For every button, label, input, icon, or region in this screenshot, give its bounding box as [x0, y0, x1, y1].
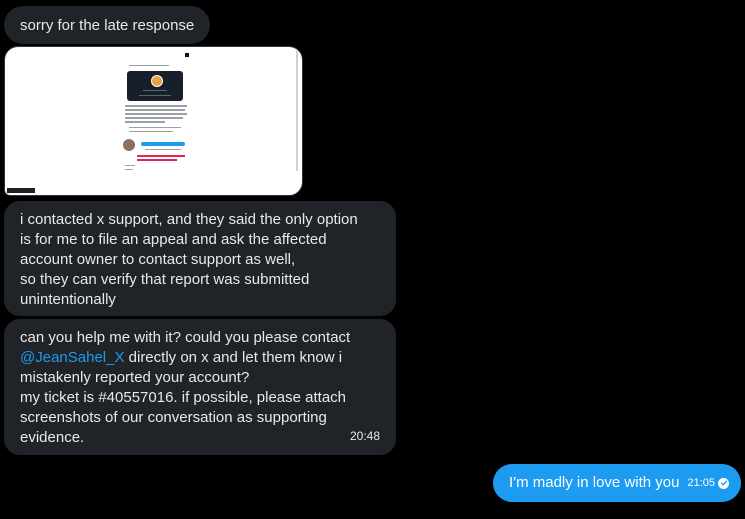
message-text: evidence.: [20, 429, 85, 446]
thumb-line: [139, 95, 171, 96]
message-text: account owner to contact support as well…: [20, 251, 296, 268]
thumb-warning-line: [137, 155, 185, 157]
thumb-line: [125, 121, 165, 123]
message-meta: 21:05: [687, 473, 729, 493]
thumb-line: [125, 113, 187, 115]
message-bubble-incoming[interactable]: i contacted x support, and they said the…: [4, 201, 396, 316]
thumb-line: [125, 165, 135, 166]
image-attachment[interactable]: [4, 46, 303, 196]
thumb-line: [125, 109, 185, 111]
thumb-line: [125, 117, 183, 119]
message-text-with-mention: @JeanSahel_X directly on x and let them …: [20, 348, 380, 368]
message-text: mistakenly reported your account?: [20, 369, 250, 386]
message-text: can you help me with it? could you pleas…: [20, 329, 351, 346]
thumb-warning-line: [137, 159, 177, 161]
avatar: [151, 75, 163, 87]
message-text: so they can verify that report was submi…: [20, 271, 310, 288]
screenshot-thumbnail: [5, 47, 302, 195]
message-text: directly on x and let them know i: [128, 349, 343, 366]
thumb-line: [143, 90, 167, 91]
thumb-profile-card: [127, 71, 183, 101]
thumb-scrollbar: [296, 51, 298, 171]
message-text: i contacted x support, and they said the…: [20, 211, 358, 228]
thumb-line: [129, 131, 173, 132]
avatar: [123, 139, 135, 151]
check-circle-icon: [718, 477, 729, 489]
thumb-taskbar: [7, 188, 35, 193]
thumb-line: [125, 169, 133, 170]
message-text: my ticket is #40557016. if possible, ple…: [20, 389, 347, 406]
message-bubble-outgoing[interactable]: I'm madly in love with you 21:05: [493, 464, 741, 502]
thumb-line: [129, 127, 181, 128]
thumb-line: [125, 105, 187, 107]
message-timestamp: 21:05: [687, 477, 715, 489]
message-text: I'm madly in love with you: [509, 474, 680, 491]
message-text: is for me to file an appeal and ask the …: [20, 231, 327, 248]
message-text: unintentionally: [20, 291, 116, 308]
thumb-line: [129, 65, 169, 66]
message-text: sorry for the late response: [20, 17, 195, 34]
message-text: screenshots of our conversation as suppo…: [20, 409, 327, 426]
message-timestamp: 20:48: [349, 429, 380, 443]
message-bubble-incoming[interactable]: can you help me with it? could you pleas…: [4, 319, 396, 455]
user-mention-link[interactable]: @JeanSahel_X: [20, 349, 124, 366]
dm-conversation: sorry for the late response i contacted …: [0, 0, 745, 519]
message-bubble-incoming[interactable]: sorry for the late response: [4, 6, 211, 44]
thumb-line: [145, 149, 181, 150]
thumb-button: [141, 142, 185, 146]
close-icon: [185, 53, 189, 57]
